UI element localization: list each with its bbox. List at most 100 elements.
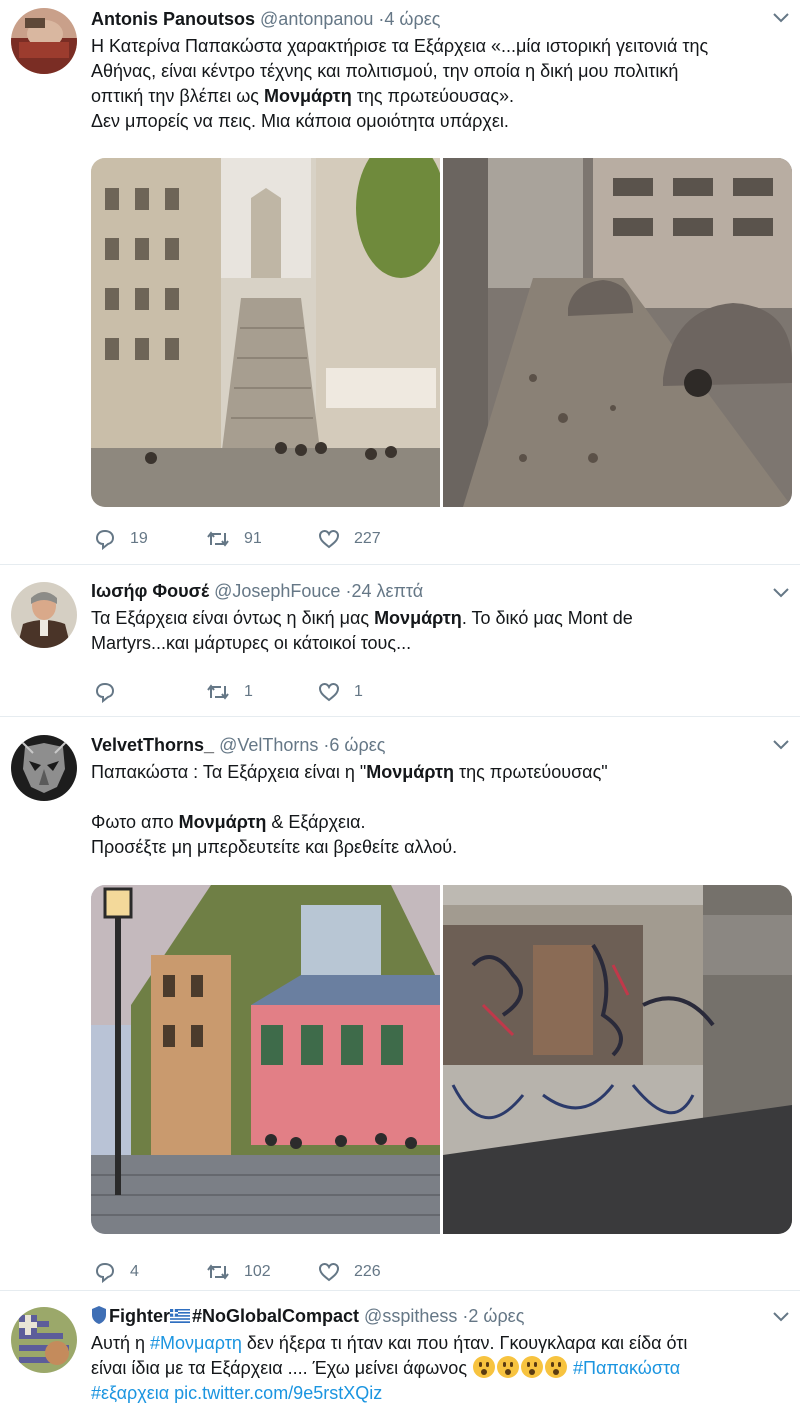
photo-montmartre-stairs[interactable] [91,158,440,507]
hashtag-link[interactable]: #Μονμαρτη [150,1333,242,1353]
chevron-down-icon[interactable] [772,1311,790,1323]
retweet-icon [207,684,229,700]
text-segment: δεν ήξερα τι ήταν και που ήταν. Γκουγκλα… [241,1333,688,1353]
reply-button[interactable]: 4 [94,1261,206,1283]
retweet-count: 91 [244,530,262,547]
tweet-photos[interactable] [91,885,792,1234]
reply-button[interactable] [94,681,206,703]
tweet[interactable]: Fighter #NoGlobalCompact @sspithess ·2 ώρ… [0,1291,800,1411]
highlight-word: Μονμάρτη [263,86,352,106]
reply-count: 4 [130,1263,139,1280]
photo-montmartre-cafe[interactable] [91,885,440,1234]
greek-flag-icon [170,1309,190,1323]
text-segment: Αυτή η [91,1333,150,1353]
display-name-hashtag[interactable]: #NoGlobalCompact [192,1306,359,1326]
avatar[interactable] [11,582,77,648]
user-handle[interactable]: @JosephFouce [214,581,340,601]
reply-count: 19 [130,530,148,547]
text-line: #εξαρχεια pic.twitter.com/9e5rstXQiz [91,1381,788,1406]
text-line: Τα Εξάρχεια είναι όντως η δική μας Μονμά… [91,606,788,631]
text-line: οπτική την βλέπει ως Μονμάρτη της πρωτεύ… [91,84,788,109]
text-line: Martyrs...και μάρτυρες οι κάτοικοί τους.… [91,633,412,653]
highlight-word: Μονμάρτη [366,762,454,782]
avatar[interactable] [11,8,77,74]
tweet-text: Αυτή η #Μονμαρτη δεν ήξερα τι ήταν και π… [91,1331,788,1406]
tweet[interactable]: Antonis Panoutsos @antonpanou ·4 ώρες Η … [0,0,800,565]
tweet-actions: 1 1 [94,681,430,703]
user-handle[interactable]: @sspithess [364,1306,457,1326]
astonished-face-icon [521,1356,543,1378]
text-line: Αθήνας, είναι κέντρο τέχνης και πολιτισμ… [91,61,679,81]
chevron-down-icon[interactable] [772,587,790,599]
retweet-button[interactable]: 102 [206,1261,318,1283]
text-segment: Φωτο απο [91,812,179,832]
display-name[interactable]: Antonis Panoutsos [91,9,255,29]
timestamp[interactable]: 6 ώρες [329,735,385,755]
tweet[interactable]: VelvetThorns_ @VelThorns ·6 ώρες Παπακώσ… [0,717,800,1291]
timestamp[interactable]: 2 ώρες [468,1306,524,1326]
text-line: Αυτή η #Μονμαρτη δεν ήξερα τι ήταν και π… [91,1331,788,1356]
like-button[interactable]: 227 [318,528,430,550]
astonished-face-icon [545,1356,567,1378]
tweet-text: Παπακώστα : Τα Εξάρχεια είναι η "Μονμάρτ… [91,760,788,860]
shield-icon [92,1306,106,1324]
text-line: Προσέξτε μη μπερδευτείτε και βρεθείτε αλ… [91,837,458,857]
retweet-count: 102 [244,1263,271,1280]
text-segment: Τα Εξάρχεια είναι όντως η δική μας [91,608,375,628]
tweet-actions: 4 102 226 [94,1261,430,1283]
tweet-header: Fighter #NoGlobalCompact @sspithess ·2 ώρ… [91,1305,788,1327]
avatar[interactable] [11,735,77,801]
astonished-face-icon [497,1356,519,1378]
reply-icon [95,1262,115,1283]
heart-icon [318,1262,340,1282]
reply-button[interactable]: 19 [94,528,206,550]
tweet-actions: 19 91 227 [94,528,430,550]
reply-icon [95,682,115,703]
avatar[interactable] [11,1307,77,1373]
retweet-button[interactable]: 1 [206,681,318,703]
tweet-header: Ιωσήφ Φουσέ @JosephFouce ·24 λεπτά [91,580,788,602]
tweet[interactable]: Ιωσήφ Φουσέ @JosephFouce ·24 λεπτά Τα Εξ… [0,565,800,717]
retweet-button[interactable]: 91 [206,528,318,550]
heart-icon [318,682,340,702]
like-button[interactable]: 1 [318,681,430,703]
chevron-down-icon[interactable] [772,739,790,751]
text-line: Φωτο απο Μονμάρτη & Εξάρχεια. [91,810,788,835]
text-segment: Παπακώστα : Τα Εξάρχεια είναι η " [91,762,367,782]
text-segment: της πρωτεύουσας" [453,762,608,782]
tweet-text: Η Κατερίνα Παπακώστα χαρακτήρισε τα Εξάρ… [91,34,788,134]
retweet-icon [207,1264,229,1280]
tweet-header: VelvetThorns_ @VelThorns ·6 ώρες [91,734,788,756]
text-line: Παπακώστα : Τα Εξάρχεια είναι η "Μονμάρτ… [91,760,788,785]
astonished-face-icon [473,1356,495,1378]
like-count: 226 [354,1263,381,1280]
hashtag-link[interactable]: #εξαρχεια [91,1383,169,1403]
text-line: Η Κατερίνα Παπακώστα χαρακτήρισε τα Εξάρ… [91,36,709,56]
text-segment: είναι ίδια με τα Εξάρχεια .... Έχω μείνε… [91,1358,472,1378]
tweet-header: Antonis Panoutsos @antonpanou ·4 ώρες [91,8,788,30]
highlight-word: Μονμάρτη [178,812,267,832]
timestamp[interactable]: 24 λεπτά [351,581,423,601]
tweet-text: Τα Εξάρχεια είναι όντως η δική μας Μονμά… [91,606,788,656]
like-button[interactable]: 226 [318,1261,430,1283]
timestamp[interactable]: 4 ώρες [384,9,440,29]
tweet-photos[interactable] [91,158,792,507]
display-name[interactable]: Ιωσήφ Φουσέ [91,581,209,601]
user-handle[interactable]: @VelThorns [219,735,318,755]
heart-icon [318,529,340,549]
text-line: είναι ίδια με τα Εξάρχεια .... Έχω μείνε… [91,1356,788,1381]
retweet-icon [207,531,229,547]
photo-exarchia-street[interactable] [443,158,792,507]
like-count: 227 [354,530,381,547]
chevron-down-icon[interactable] [772,12,790,24]
text-segment: της πρωτεύουσας». [351,86,515,106]
text-line: Δεν μπορείς να πεις. Μια κάποια ομοιότητ… [91,111,509,131]
pic-link[interactable]: pic.twitter.com/9e5rstXQiz [174,1383,382,1403]
display-name[interactable]: Fighter [109,1306,170,1326]
display-name[interactable]: VelvetThorns_ [91,735,214,755]
hashtag-link[interactable]: #Παπακώστα [573,1358,680,1378]
text-segment: & Εξάρχεια. [266,812,366,832]
text-segment: οπτική την βλέπει ως [91,86,264,106]
user-handle[interactable]: @antonpanou [260,9,373,29]
photo-exarchia-graffiti[interactable] [443,885,792,1234]
